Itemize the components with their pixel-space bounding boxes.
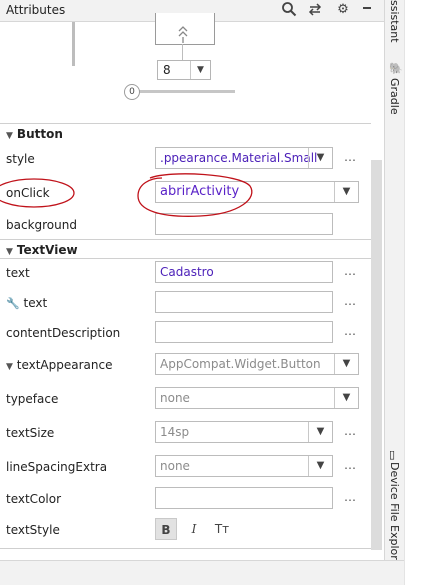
collapse-triangle-icon: ▼ [6,247,13,257]
chevron-down-icon: ▼ [308,422,332,442]
textsize-value: 14sp [160,425,190,439]
chevron-down-icon: ▼ [334,182,358,202]
bias-slider-track[interactable] [135,90,235,93]
attr-label-textcolor: textColor [6,492,62,506]
textappearance-value: AppCompat.Widget.Button [160,357,321,371]
gear-icon[interactable]: ⚙ [334,1,352,19]
more-button-tools-text[interactable]: … [344,294,356,308]
layout-guide-line [72,22,75,66]
chevron-down-icon: ▼ [308,148,332,168]
panel-title: Attributes [6,3,66,17]
status-bar [0,560,404,585]
italic-toggle[interactable]: I [183,518,205,540]
textsize-dropdown[interactable]: 14sp ▼ [155,421,333,443]
attr-label-contentdescription: contentDescription [6,326,121,340]
attr-label-linespacingextra: lineSpacingExtra [6,460,108,474]
text-value: Cadastro [160,265,214,279]
divider [0,239,371,240]
chevron-down-icon: ▼ [190,61,210,79]
wrench-icon: 🔧 [6,297,20,310]
bold-toggle[interactable]: B [155,518,177,540]
chevron-down-icon: ▼ [334,354,358,374]
textappearance-dropdown[interactable]: AppCompat.Widget.Button ▼ [155,353,359,375]
device-file-explorer-tab[interactable]: Device File Explorer [388,462,401,571]
margin-dropdown[interactable]: 8 ▼ [157,60,211,80]
swap-icon[interactable] [306,1,324,19]
divider [0,123,371,124]
more-button-style[interactable]: … [344,150,356,164]
attr-label-typeface: typeface [6,392,59,406]
style-value: .ppearance.Material.Small [160,151,318,165]
divider [0,548,371,549]
chevron-down-icon: ▼ [334,388,358,408]
attr-label-textappearance[interactable]: ▼ textAppearance [6,358,113,372]
scrollbar[interactable] [371,160,382,550]
annotation-circles [0,173,253,217]
more-button-linespacingextra[interactable]: … [344,458,356,472]
constraint-line [182,44,183,60]
gradle-icon[interactable]: 🐘 [389,62,403,75]
tools-text-input[interactable] [155,291,333,313]
gradle-tab[interactable]: Gradle [388,78,401,115]
more-button-textcolor[interactable]: … [344,490,356,504]
linespacingextra-dropdown[interactable]: none ▼ [155,455,333,477]
contentdescription-input[interactable] [155,321,333,343]
linespacingextra-value: none [160,459,190,473]
editor-edge [404,0,424,585]
attr-label-text: text [6,266,30,280]
style-dropdown[interactable]: .ppearance.Material.Small ▼ [155,147,333,169]
attr-label-tools-text: 🔧 text [6,296,48,310]
divider [0,258,371,259]
text-input[interactable]: Cadastro [155,261,333,283]
section-button[interactable]: ▼ Button [6,127,63,141]
chevron-up-icon[interactable] [175,25,191,43]
collapse-triangle-icon: ▼ [6,131,13,141]
more-button-textsize[interactable]: … [344,424,356,438]
device-icon[interactable]: ▯ [389,448,395,461]
attr-label-textsize: textSize [6,426,55,440]
tool-window-strip: ssistant 🐘 Gradle ▯ Device File Explorer [384,0,404,585]
expand-triangle-icon: ▼ [6,362,13,372]
section-textview[interactable]: ▼ TextView [6,243,78,257]
chevron-down-icon: ▼ [308,456,332,476]
textcolor-input[interactable] [155,487,333,509]
bias-slider-thumb[interactable]: 0 [124,84,140,100]
margin-value: 8 [163,63,171,77]
all-caps-toggle[interactable]: Tт [211,518,233,540]
typeface-value: none [160,391,190,405]
minimize-icon[interactable] [358,1,376,19]
typeface-dropdown[interactable]: none ▼ [155,387,359,409]
attr-label-textstyle: textStyle [6,523,60,537]
assistant-tab[interactable]: ssistant [388,0,401,43]
more-button-contentdescription[interactable]: … [344,324,356,338]
more-button-text[interactable]: … [344,264,356,278]
search-icon[interactable] [280,1,298,19]
attr-label-style: style [6,152,35,166]
